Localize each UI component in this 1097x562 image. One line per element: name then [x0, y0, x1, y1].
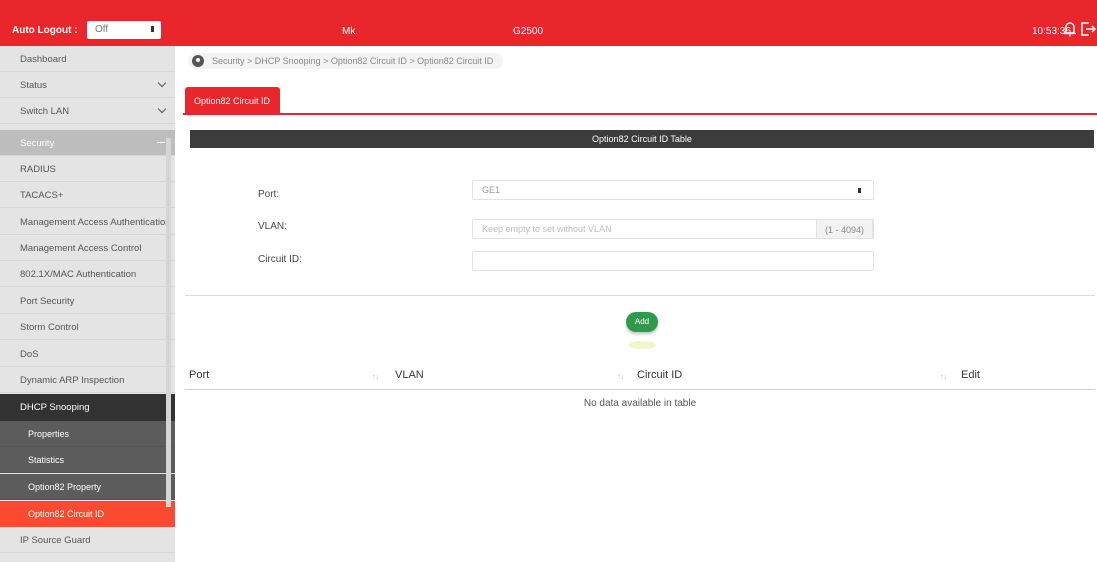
sidebar-scrollbar-thumb[interactable] — [166, 138, 171, 507]
tab-underline — [183, 113, 1097, 115]
port-value: GE1 — [482, 185, 501, 195]
sort-icon[interactable]: ↑↓ — [372, 372, 379, 381]
port-label: Port: — [258, 189, 280, 200]
sidebar-item-label: Security — [20, 138, 55, 149]
sidebar-item-option82-circuit-id[interactable]: Option82 Circuit ID — [0, 501, 175, 527]
chevron-down-icon — [157, 104, 167, 114]
sidebar-item-dos[interactable]: DoS — [0, 341, 175, 367]
chevron-down-icon — [157, 78, 167, 88]
sidebar-item-label: RADIUS — [20, 164, 56, 175]
sidebar-item-label: Properties — [28, 429, 70, 439]
sidebar-item-switch-lan[interactable]: Switch LAN — [0, 98, 175, 124]
chevron-down-icon — [858, 188, 861, 193]
breadcrumb-text: Security > DHCP Snooping > Option82 Circ… — [212, 56, 494, 66]
sort-icon[interactable]: ↑↓ — [617, 372, 624, 381]
add-button[interactable]: Add — [626, 312, 658, 332]
column-header-edit[interactable]: Edit — [961, 369, 980, 381]
sidebar-item-label: Port Security — [20, 296, 75, 307]
vlan-input[interactable]: Keep empty to set without VLAN (1 - 4094… — [472, 219, 874, 239]
sort-icon[interactable]: ↑↓ — [940, 372, 947, 381]
sidebar-item-dashboard[interactable]: Dashboard — [0, 46, 175, 72]
logout-icon[interactable] — [1080, 21, 1096, 37]
device-model: G2500 — [513, 26, 544, 37]
auto-logout-select[interactable]: Off — [87, 21, 161, 39]
vlan-label: VLAN: — [258, 221, 287, 232]
sidebar-item-option82-property[interactable]: Option82 Property — [0, 474, 175, 500]
sidebar-item-ip-source-guard[interactable]: IP Source Guard — [0, 527, 175, 553]
sidebar-item-status[interactable]: Status — [0, 72, 175, 98]
sidebar-item-label: Management Access Control — [20, 243, 142, 254]
sidebar-item-label: Switch LAN — [20, 106, 70, 117]
sidebar-item-label: Storm Control — [20, 322, 79, 333]
sidebar-item-label: Option82 Circuit ID — [28, 509, 105, 519]
sidebar-item-label: Dashboard — [20, 54, 67, 65]
add-button-highlight — [628, 341, 656, 349]
sidebar-item-label: Dynamic ARP Inspection — [20, 375, 125, 386]
hostname: Mk — [342, 26, 356, 37]
sidebar-item-label: IP Source Guard — [20, 535, 91, 546]
auto-logout-label: Auto Logout : — [12, 25, 78, 36]
sidebar-item-label: TACACS+ — [20, 190, 64, 201]
chevron-down-icon — [151, 26, 154, 32]
column-header-vlan[interactable]: VLAN — [395, 369, 424, 381]
sidebar: Dashboard Status Switch LAN Security RAD… — [0, 46, 175, 562]
sidebar-item-statistics[interactable]: Statistics — [0, 447, 175, 473]
circuit-id-label: Circuit ID: — [258, 254, 302, 265]
bell-icon[interactable] — [1063, 21, 1077, 37]
collapse-icon — [157, 142, 165, 143]
sidebar-item-label: Status — [20, 80, 47, 91]
table-title: Option82 Circuit ID Table — [190, 130, 1094, 148]
sidebar-item-security[interactable]: Security — [0, 130, 175, 156]
sidebar-item-8021x-mac-authentication[interactable]: 802.1X/MAC Authentication — [0, 261, 175, 287]
vlan-range-hint: (1 - 4094) — [815, 219, 873, 239]
sidebar-item-label: DoS — [20, 349, 39, 360]
sidebar-item-properties[interactable]: Properties — [0, 421, 175, 447]
sidebar-item-dynamic-arp-inspection[interactable]: Dynamic ARP Inspection — [0, 367, 175, 393]
sidebar-scrollbar[interactable] — [166, 138, 171, 507]
sidebar-item-label: Option82 Property — [28, 482, 102, 492]
column-header-port[interactable]: Port — [189, 369, 209, 381]
column-header-circuit-id[interactable]: Circuit ID — [637, 369, 682, 381]
location-icon — [192, 55, 204, 67]
sidebar-item-radius[interactable]: RADIUS — [0, 156, 175, 182]
table-empty-message: No data available in table — [583, 398, 697, 409]
sidebar-item-port-security[interactable]: Port Security — [0, 288, 175, 314]
sidebar-item-dhcp-snooping[interactable]: DHCP Snooping — [0, 394, 175, 421]
form-divider — [185, 295, 1095, 296]
tab-option82-circuit-id[interactable]: Option82 Circuit ID — [185, 87, 280, 114]
table-header-divider — [185, 389, 1095, 390]
sidebar-item-label: Management Access Authentication — [20, 217, 171, 228]
sidebar-item-storm-control[interactable]: Storm Control — [0, 314, 175, 340]
sidebar-item-label: DHCP Snooping — [20, 402, 90, 413]
sidebar-item-management-access-control[interactable]: Management Access Control — [0, 235, 175, 261]
sidebar-item-management-access-authentication[interactable]: Management Access Authentication — [0, 209, 175, 235]
breadcrumb: Security > DHCP Snooping > Option82 Circ… — [188, 53, 504, 69]
auto-logout-value: Off — [95, 24, 109, 35]
sidebar-item-label: 802.1X/MAC Authentication — [20, 269, 137, 280]
port-select[interactable]: GE1 — [472, 180, 874, 200]
sidebar-item-label: Statistics — [28, 455, 65, 465]
sidebar-item-tacacs[interactable]: TACACS+ — [0, 182, 175, 208]
circuit-id-input[interactable] — [472, 251, 874, 271]
tab-label: Option82 Circuit ID — [194, 96, 271, 106]
top-bar: Auto Logout : Off Mk G2500 10:53:36 — [0, 0, 1097, 46]
vlan-placeholder: Keep empty to set without VLAN — [482, 224, 612, 234]
